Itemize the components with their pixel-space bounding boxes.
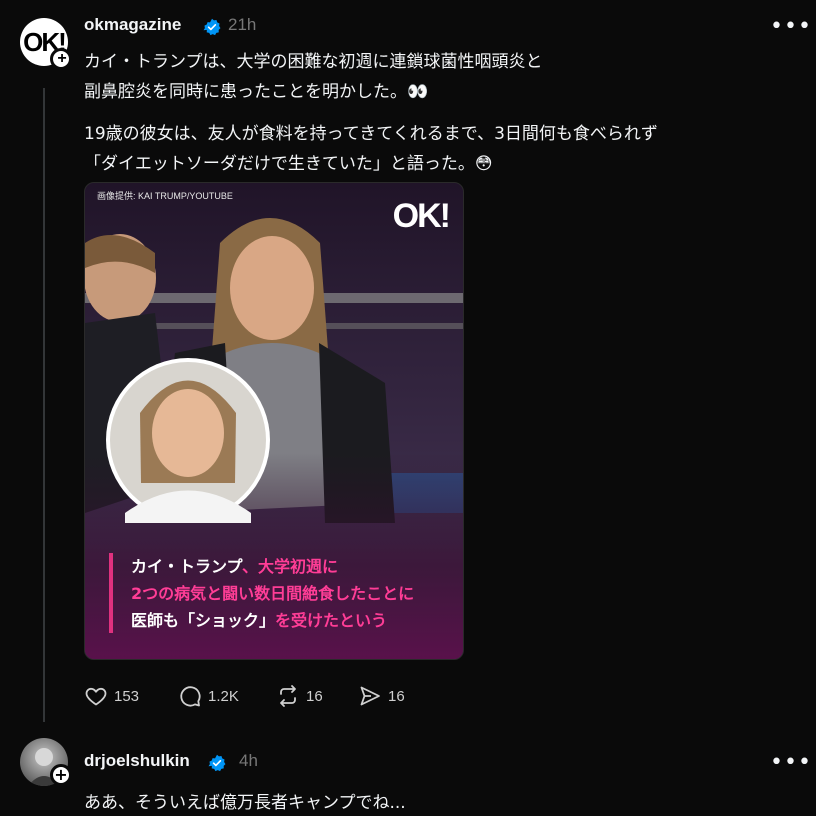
okmagazine-avatar[interactable]: OK! + — [20, 18, 72, 70]
comment-button[interactable]: 1.2K — [178, 684, 239, 708]
comment-icon — [180, 686, 201, 707]
post-text-line-4: 「ダイエットソーダだけで生きていた」と語った。😳 — [84, 149, 493, 174]
post-text-line-2-text: 副鼻腔炎を同時に患ったことを明かした。 — [84, 82, 407, 102]
reply-text: ああ、そういえば億万長者キャンプでね... — [84, 793, 406, 813]
post-text-line-2: 副鼻腔炎を同時に患ったことを明かした。👀 — [84, 77, 428, 102]
post-text-line-4-text: 「ダイエットソーダだけで生きていた」と語った。 — [84, 154, 475, 174]
post-time: 21h — [228, 15, 257, 34]
post-username[interactable]: okmagazine — [84, 15, 181, 35]
eyes-emoji-icon: 👀 — [407, 82, 429, 102]
caption-name: カイ・トランプ — [131, 557, 243, 576]
reply-username[interactable]: drjoelshulkin — [84, 751, 190, 771]
post-text-line-3: 19歳の彼女は、友人が食料を持ってきてくれるまで、3日間何も食べられず — [84, 124, 658, 144]
caption-line-3: 医師も「ショック」を受けたという — [131, 607, 387, 631]
caption-line-1: カイ・トランプ、大学初週に — [131, 553, 338, 577]
caption-line-3-pink: を受けたという — [275, 611, 388, 630]
follow-plus-icon[interactable]: + — [50, 48, 72, 70]
heart-icon — [85, 687, 107, 706]
repost-icon — [280, 685, 296, 707]
reply-more-options-icon[interactable]: ••• — [770, 752, 812, 774]
send-icon — [360, 686, 380, 706]
like-count: 153 — [114, 687, 140, 705]
image-credit: 画像提供: KAI TRUMP/YOUTUBE — [97, 191, 233, 201]
caption-line-2: 2つの病気と闘い数日間絶食したことに — [131, 584, 415, 603]
post-image[interactable]: 画像提供: KAI TRUMP/YOUTUBE OK! カイ・トランプ、大学初週… — [84, 182, 464, 660]
verified-badge-icon — [208, 754, 226, 772]
repost-count: 16 — [306, 687, 323, 705]
caption-line-1-rest: 、大学初週に — [242, 557, 339, 576]
post-text-line-1: カイ・トランプは、大学の困難な初週に連鎖球菌性咽頭炎と — [84, 52, 543, 72]
like-button[interactable]: 153 — [84, 684, 139, 708]
more-options-icon[interactable]: ••• — [770, 16, 812, 38]
reply-time: 4h — [239, 751, 258, 770]
repost-button[interactable]: 16 — [276, 684, 323, 708]
ok-magazine-logo: OK! — [392, 197, 451, 235]
follow-plus-icon[interactable]: + — [50, 764, 72, 786]
caption-accent-bar — [109, 553, 113, 633]
caption-line-3-white: 医師も「ショック」 — [131, 611, 276, 630]
share-button[interactable]: 16 — [358, 684, 405, 708]
flushed-face-emoji-icon: 😳 — [474, 154, 493, 174]
verified-badge-icon — [203, 18, 221, 36]
thread-line — [43, 88, 45, 722]
share-count: 16 — [388, 687, 405, 705]
comment-count: 1.2K — [208, 687, 239, 705]
